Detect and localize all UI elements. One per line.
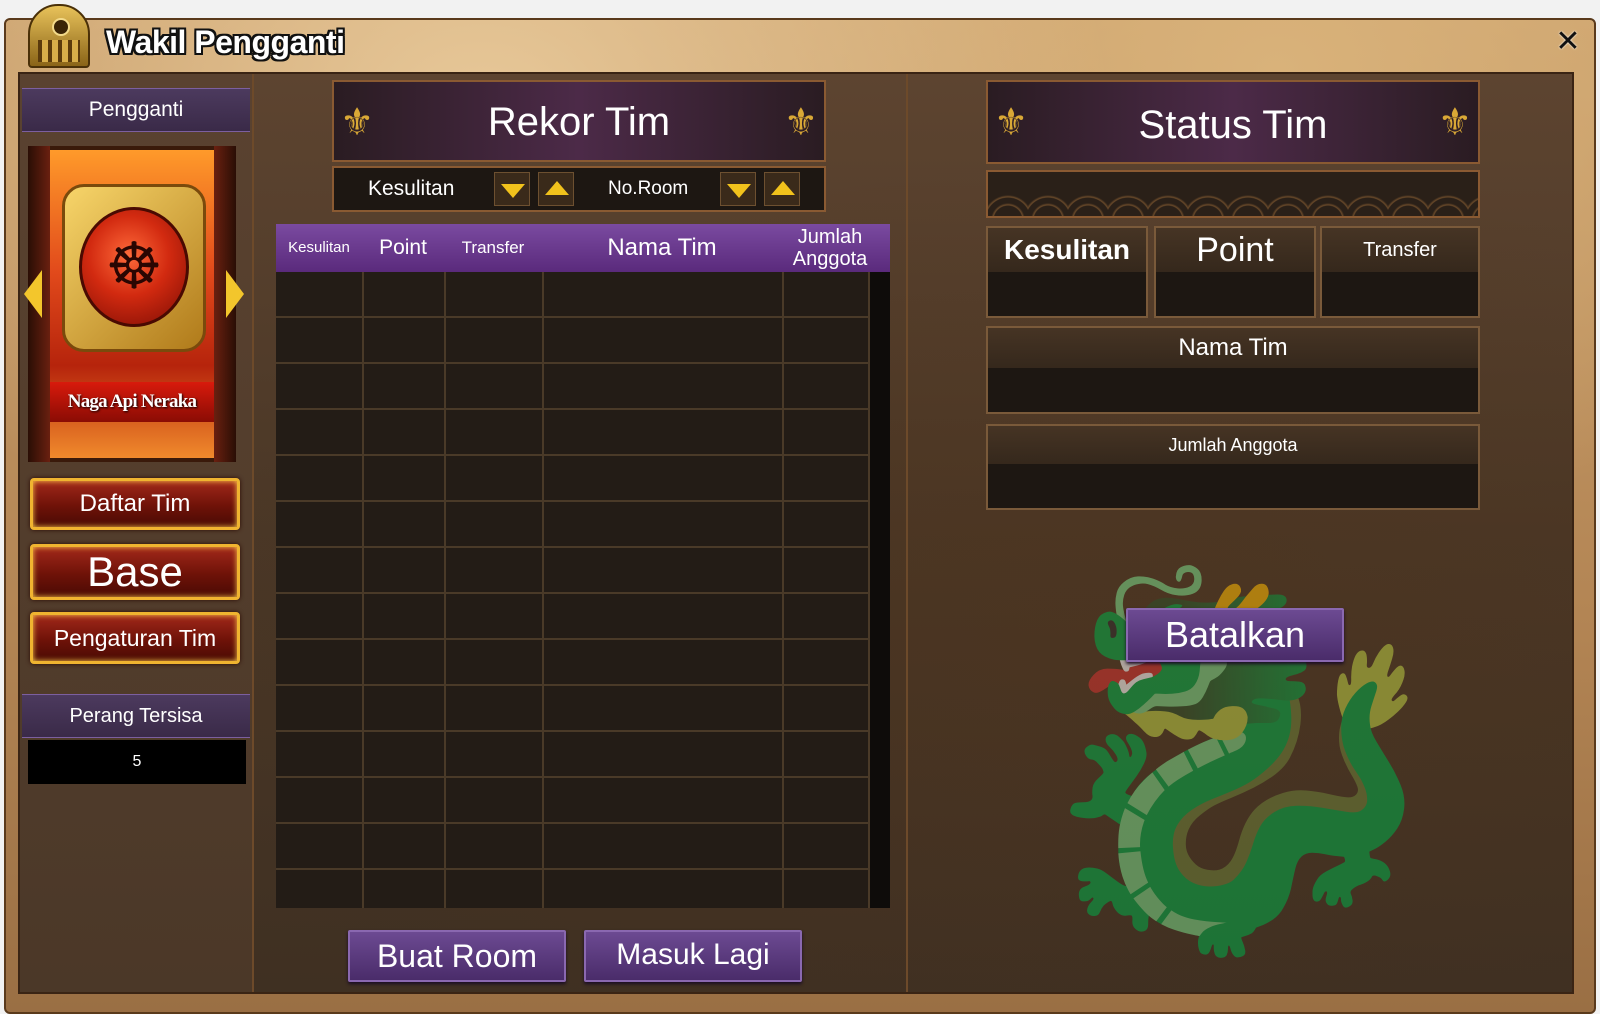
table-scrollbar[interactable] [870,272,890,908]
team-record-table: Kesulitan Point Transfer Nama Tim Jumlah… [276,224,890,908]
column-header[interactable]: Point [362,224,444,272]
team-record-banner: ⚜ Rekor Tim ⚜ [332,80,826,162]
status-point-box: Point [1154,226,1316,318]
team-settings-button[interactable]: Pengaturan Tim [30,612,240,664]
next-hero-arrow-icon[interactable] [226,270,244,318]
sort-room-label: No.Room [608,178,689,199]
sort-room-asc-button[interactable] [764,172,800,206]
status-team-name-label: Nama Tim [988,328,1478,368]
substitute-header: Pengganti [22,88,250,132]
status-difficulty-box: Kesulitan [986,226,1148,318]
team-status-banner: ⚜ Status Tim ⚜ [986,80,1480,164]
column-header[interactable]: Nama Tim [542,224,782,272]
status-member-count-box: Jumlah Anggota [986,424,1480,510]
table-body[interactable] [276,272,870,908]
column-divider [444,272,446,908]
team-status-panel: ⚜ Status Tim ⚜ Kesulitan Point Transfer … [906,74,1574,992]
column-divider [782,272,784,908]
status-point-label: Point [1156,228,1314,272]
hero-portrait: ☸ Naga Api Neraka [28,146,236,462]
sort-difficulty-label: Kesulitan [368,177,455,200]
base-button[interactable]: Base [30,544,240,600]
column-divider [542,272,544,908]
table-header: Kesulitan Point Transfer Nama Tim Jumlah… [276,224,890,274]
sort-difficulty-asc-button[interactable] [538,172,574,206]
create-room-button[interactable]: Buat Room [348,930,566,982]
status-transfer-label: Transfer [1322,228,1478,272]
column-header[interactable]: Kesulitan [276,224,362,272]
team-status-title: Status Tim [1138,103,1328,147]
hero-emblem: ☸ [62,184,206,352]
cancel-button[interactable]: Batalkan [1126,608,1344,662]
sidebar: Pengganti ☸ Naga Api Neraka Daftar Tim B… [20,74,254,992]
scroll-ornament-icon: ⚜ [1437,102,1472,144]
team-record-panel: ⚜ Rekor Tim ⚜ Kesulitan No.Room Kesulita… [254,74,904,992]
sort-bar: Kesulitan No.Room [332,166,826,212]
column-header[interactable]: Jumlah Anggota [782,224,878,272]
team-list-button[interactable]: Daftar Tim [30,478,240,530]
prev-hero-arrow-icon[interactable] [24,270,42,318]
sort-difficulty-desc-button[interactable] [494,172,530,206]
column-header[interactable]: Transfer [444,224,542,272]
rejoin-button[interactable]: Masuk Lagi [584,930,802,982]
main-panel: Pengganti ☸ Naga Api Neraka Daftar Tim B… [18,72,1574,994]
status-team-name-box: Nama Tim [986,326,1480,414]
status-transfer-box: Transfer [1320,226,1480,318]
substitute-window: Wakil Pengganti ✕ Pengganti ☸ Naga Api N… [4,4,1596,1014]
scroll-ornament-icon: ⚜ [783,102,818,144]
dragon-icon: ☸ [79,207,189,327]
team-record-title: Rekor Tim [487,100,671,144]
dragon-background-icon: 🐉 [1013,559,1463,961]
status-difficulty-label: Kesulitan [988,228,1146,272]
status-member-count-label: Jumlah Anggota [988,426,1478,464]
decorative-wave-strip [986,170,1480,218]
sort-room-desc-button[interactable] [720,172,756,206]
close-icon[interactable]: ✕ [1554,27,1582,57]
war-remaining-label: Perang Tersisa [22,694,250,738]
column-divider [362,272,364,908]
title-bar: Wakil Pengganti ✕ [6,4,1594,72]
hero-name: Naga Api Neraka [50,382,214,422]
window-title: Wakil Pengganti [106,24,345,60]
gate-emblem-icon [28,4,90,68]
war-remaining-value: 5 [28,740,246,784]
